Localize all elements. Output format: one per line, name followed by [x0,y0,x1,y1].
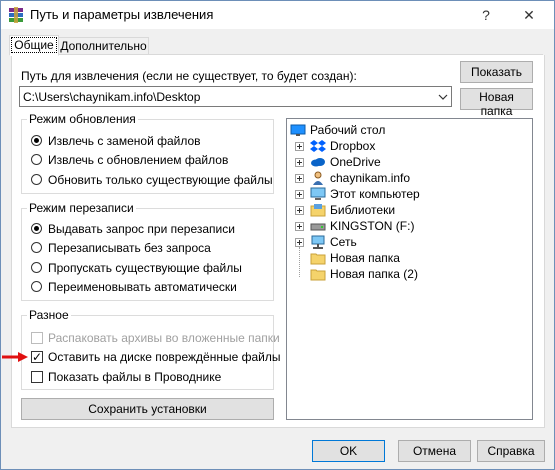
window-title: Путь и параметры извлечения [30,7,214,22]
expand-icon[interactable] [295,238,304,247]
save-settings-button[interactable]: Сохранить установки [21,398,274,420]
help-title-button[interactable]: ? [466,3,506,27]
option-label: Обновить только существующие файлы [48,173,273,187]
ok-button[interactable]: OK [312,440,385,462]
checkbox[interactable] [31,371,43,383]
new-folder-button[interactable]: Новая папка [460,88,533,118]
title-bar: Путь и параметры извлечения ? ✕ [1,1,554,29]
option-label: Показать файлы в Проводнике [48,370,222,384]
libraries-icon [310,204,326,217]
expand-icon[interactable] [295,174,304,183]
tree-label: OneDrive [330,155,381,169]
path-combobox[interactable]: C:\Users\chaynikam.info\Desktop [19,86,452,107]
onedrive-cloud-icon [311,158,325,167]
tree-label: Новая папка (2) [330,267,418,281]
option-label: Выдавать запрос при перезаписи [48,222,235,236]
computer-icon [310,187,326,200]
expand-icon[interactable] [295,158,304,167]
dropbox-icon [310,140,326,152]
path-label: Путь для извлечения (если не существует,… [21,69,357,83]
option-label: Извлечь с обновлением файлов [48,153,229,167]
chevron-down-icon[interactable] [438,93,448,101]
tree-label: Рабочий стол [310,122,386,138]
user-icon [313,171,323,185]
radio-button[interactable] [31,154,42,165]
folder-icon [310,269,326,281]
checkbox [31,332,43,344]
close-icon: ✕ [523,7,535,23]
help-icon: ? [482,7,490,23]
tab-general[interactable]: Общие [9,35,59,56]
radio-button[interactable] [31,242,42,253]
cancel-button[interactable]: Отмена [398,440,471,462]
show-button[interactable]: Показать [460,61,533,83]
option-label: Пропускать существующие файлы [48,261,242,275]
tab-general-label: Общие [11,37,57,53]
update-mode-title: Режим обновления [27,112,138,126]
radio-button[interactable] [31,223,42,234]
radio-button[interactable] [31,135,42,146]
option-label: Оставить на диске повреждённые файлы [48,350,281,364]
desktop-icon [290,124,306,136]
expand-icon[interactable] [295,222,304,231]
misc-title: Разное [27,308,71,322]
expand-icon[interactable] [295,142,304,151]
folder-tree[interactable]: Рабочий стол Dropbox OneDrive chaynikam.… [286,118,533,420]
option-label: Извлечь с заменой файлов [48,134,201,148]
overwrite-mode-title: Режим перезаписи [27,201,136,215]
tree-label: KINGSTON (F:) [330,219,415,233]
tab-advanced[interactable]: Дополнительно [58,37,149,55]
option-label: Распаковать архивы во вложенные папки [48,331,280,345]
radio-button[interactable] [31,262,42,273]
network-icon [311,235,325,249]
help-button[interactable]: Справка [477,440,545,462]
winrar-app-icon [9,7,23,23]
option-label: Перезаписывать без запроса [48,241,211,255]
tree-label: Dropbox [330,139,376,153]
tree-label: Библиотеки [330,203,396,217]
expand-icon[interactable] [295,206,304,215]
tree-label: Этот компьютер [330,187,420,201]
tree-label: Новая папка [330,251,400,265]
path-input-value[interactable]: C:\Users\chaynikam.info\Desktop [23,90,200,104]
tree-label: Сеть [330,235,357,249]
tree-label: chaynikam.info [330,171,411,185]
tab-advanced-label: Дополнительно [60,39,147,53]
close-title-button[interactable]: ✕ [509,3,549,27]
option-label: Переименовывать автоматически [48,280,237,294]
usb-drive-icon [310,223,326,231]
annotation-arrow-icon [2,352,28,362]
radio-button[interactable] [31,174,42,185]
expand-icon[interactable] [295,190,304,199]
radio-button[interactable] [31,281,42,292]
tree-connector-line [299,247,301,277]
extraction-dialog: Путь и параметры извлечения ? ✕ Общие До… [0,0,555,470]
checkbox[interactable] [31,349,43,365]
folder-icon [310,253,326,265]
